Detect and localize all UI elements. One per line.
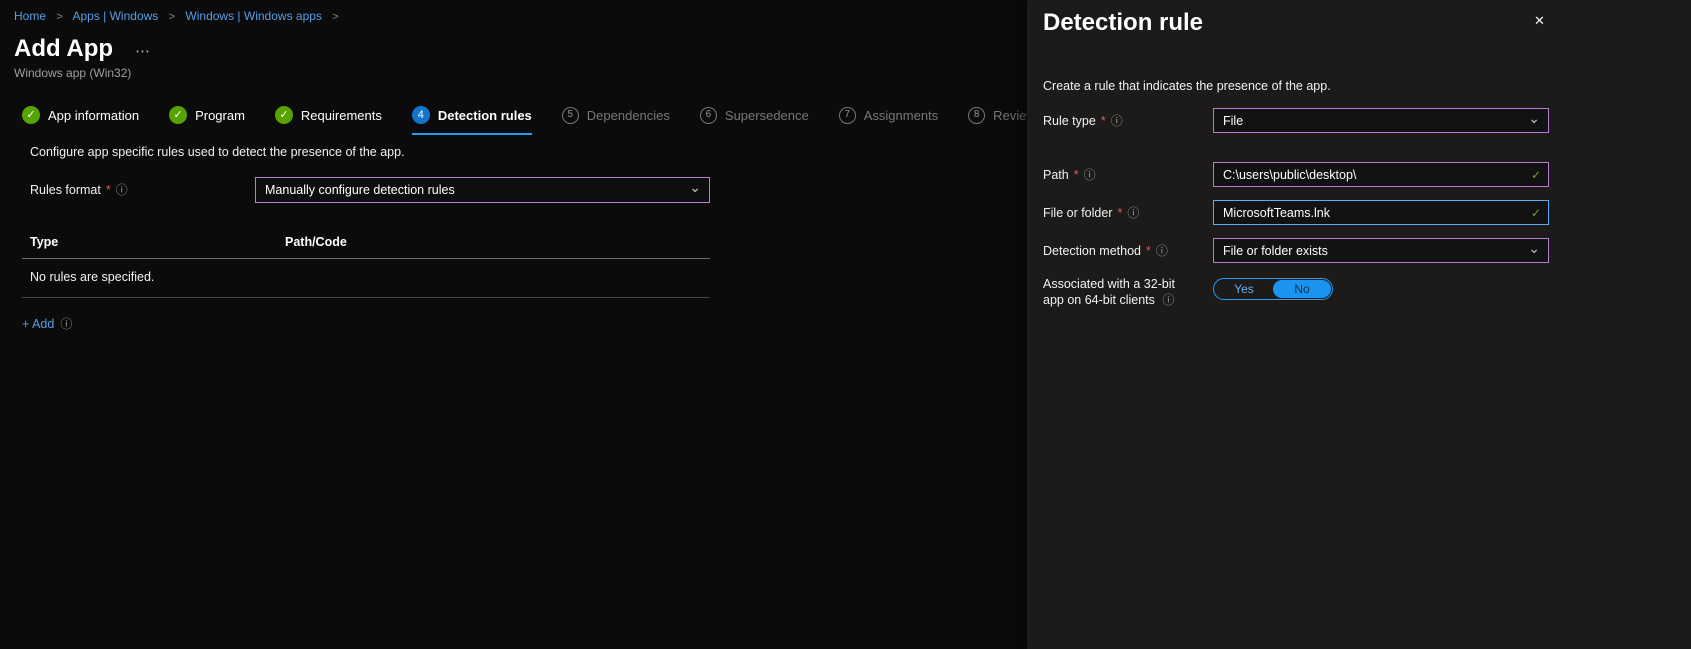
step-app-information[interactable]: ✓ App information bbox=[22, 106, 139, 135]
path-input-container: ✓ bbox=[1213, 162, 1549, 187]
dropdown-selected-value: File bbox=[1223, 113, 1244, 128]
valid-check-icon: ✓ bbox=[1530, 205, 1541, 220]
required-marker: * bbox=[1100, 113, 1106, 128]
toggle-option-no[interactable]: No bbox=[1273, 280, 1331, 298]
detection-rule-form: Rule type * ⓘ File ⌄ Path * ⓘ ✓ bbox=[1043, 108, 1566, 308]
chevron-down-icon: ⌄ bbox=[1528, 240, 1540, 256]
step-label: Dependencies bbox=[586, 107, 670, 123]
field-label-text: Rule type bbox=[1043, 113, 1096, 128]
step-number-badge: 4 bbox=[411, 106, 430, 124]
required-marker: * bbox=[1117, 205, 1123, 220]
path-row: Path * ⓘ ✓ bbox=[1043, 162, 1566, 187]
detection-method-dropdown[interactable]: File or folder exists ⌄ bbox=[1213, 238, 1549, 263]
check-icon: ✓ bbox=[169, 106, 188, 124]
step-label: App information bbox=[48, 107, 140, 123]
dropdown-selected-value: Manually configure detection rules bbox=[265, 183, 455, 197]
info-icon[interactable]: ⓘ bbox=[1084, 169, 1096, 181]
breadcrumb-home[interactable]: Home bbox=[14, 9, 46, 23]
panel-description: Create a rule that indicates the presenc… bbox=[1043, 79, 1331, 93]
add-rule-button[interactable]: + Add bbox=[22, 317, 54, 331]
panel-title: Detection rule bbox=[1043, 9, 1204, 36]
field-label-text: File or folder bbox=[1043, 205, 1113, 220]
close-icon[interactable]: ✕ bbox=[1528, 9, 1551, 33]
intune-add-app-screen: Home > Apps | Windows > Windows | Window… bbox=[0, 0, 1691, 649]
file-or-folder-input-container: ✓ bbox=[1213, 200, 1549, 225]
check-icon: ✓ bbox=[22, 106, 40, 124]
field-label-text: Rules format bbox=[30, 183, 101, 197]
column-header-type: Type bbox=[30, 235, 59, 249]
page-title: Add App bbox=[14, 35, 114, 62]
rules-format-dropdown[interactable]: Manually configure detection rules ⌄ bbox=[255, 177, 710, 203]
associated-32bit-label: Associated with a 32-bit app on 64-bit c… bbox=[1043, 276, 1213, 308]
rule-type-dropdown[interactable]: File ⌄ bbox=[1213, 108, 1549, 133]
field-label-text: Associated with a 32-bit app on 64-bit c… bbox=[1043, 277, 1176, 307]
dropdown-selected-value: File or folder exists bbox=[1223, 243, 1328, 258]
step-assignments: 7 Assignments bbox=[838, 106, 939, 135]
field-label-text: Detection method bbox=[1043, 243, 1141, 258]
add-rule-row: + Add ⓘ bbox=[22, 317, 72, 331]
detection-method-row: Detection method * ⓘ File or folder exis… bbox=[1043, 238, 1566, 263]
info-icon[interactable]: ⓘ bbox=[60, 318, 72, 330]
path-input[interactable] bbox=[1223, 163, 1524, 186]
step-number-badge: 8 bbox=[968, 106, 986, 124]
detection-rules-table: Type Path/Code No rules are specified. bbox=[22, 229, 710, 298]
rule-type-row: Rule type * ⓘ File ⌄ bbox=[1043, 108, 1566, 133]
field-label-text: Path bbox=[1043, 167, 1069, 182]
step-number-badge: 5 bbox=[561, 106, 579, 124]
chevron-down-icon: ⌄ bbox=[689, 179, 701, 195]
file-or-folder-input[interactable] bbox=[1223, 201, 1524, 224]
step-label: Assignments bbox=[863, 107, 939, 123]
file-or-folder-row: File or folder * ⓘ ✓ bbox=[1043, 200, 1566, 225]
valid-check-icon: ✓ bbox=[1530, 167, 1541, 182]
required-marker: * bbox=[1145, 243, 1151, 258]
column-header-path-code: Path/Code bbox=[285, 235, 347, 249]
step-dependencies: 5 Dependencies bbox=[561, 106, 670, 135]
required-marker: * bbox=[105, 183, 111, 197]
breadcrumb-apps-windows[interactable]: Apps | Windows bbox=[72, 9, 158, 23]
detection-method-label: Detection method * ⓘ bbox=[1043, 244, 1213, 258]
step-number-badge: 7 bbox=[838, 106, 856, 124]
breadcrumb-separator: > bbox=[56, 11, 63, 23]
step-detection-rules[interactable]: 4 Detection rules bbox=[411, 106, 532, 135]
breadcrumb-windows-apps[interactable]: Windows | Windows apps bbox=[185, 9, 322, 23]
file-or-folder-label: File or folder * ⓘ bbox=[1043, 206, 1213, 220]
step-label: Supersedence bbox=[724, 107, 809, 123]
step-label: Program bbox=[195, 107, 245, 123]
associated-32bit-row: Associated with a 32-bit app on 64-bit c… bbox=[1043, 276, 1566, 308]
info-icon[interactable]: ⓘ bbox=[1111, 115, 1123, 127]
table-header-row: Type Path/Code bbox=[22, 229, 710, 259]
step-label: Detection rules bbox=[437, 107, 532, 123]
chevron-down-icon: ⌄ bbox=[1528, 110, 1540, 126]
rule-type-label: Rule type * ⓘ bbox=[1043, 114, 1213, 128]
info-icon[interactable]: ⓘ bbox=[1156, 245, 1168, 257]
step-number-badge: 6 bbox=[699, 106, 717, 124]
info-icon[interactable]: ⓘ bbox=[1162, 293, 1174, 307]
more-actions-icon[interactable]: ⋯ bbox=[135, 42, 151, 60]
rules-format-label: Rules format * ⓘ bbox=[30, 183, 255, 197]
path-label: Path * ⓘ bbox=[1043, 168, 1213, 182]
table-empty-message: No rules are specified. bbox=[22, 259, 710, 298]
step-requirements[interactable]: ✓ Requirements bbox=[274, 106, 382, 135]
toggle-option-yes[interactable]: Yes bbox=[1215, 280, 1273, 298]
breadcrumb-separator: > bbox=[168, 11, 176, 23]
breadcrumb-separator: > bbox=[332, 11, 339, 23]
step-supersedence: 6 Supersedence bbox=[699, 106, 809, 135]
step-label: Requirements bbox=[300, 107, 382, 123]
info-icon[interactable]: ⓘ bbox=[1127, 207, 1139, 219]
detection-rule-panel: Detection rule ✕ Create a rule that indi… bbox=[1027, 0, 1691, 649]
info-icon[interactable]: ⓘ bbox=[116, 184, 128, 196]
step-program[interactable]: ✓ Program bbox=[169, 106, 245, 135]
check-icon: ✓ bbox=[274, 106, 293, 124]
associated-32bit-toggle[interactable]: Yes No bbox=[1213, 278, 1333, 300]
required-marker: * bbox=[1073, 167, 1079, 182]
